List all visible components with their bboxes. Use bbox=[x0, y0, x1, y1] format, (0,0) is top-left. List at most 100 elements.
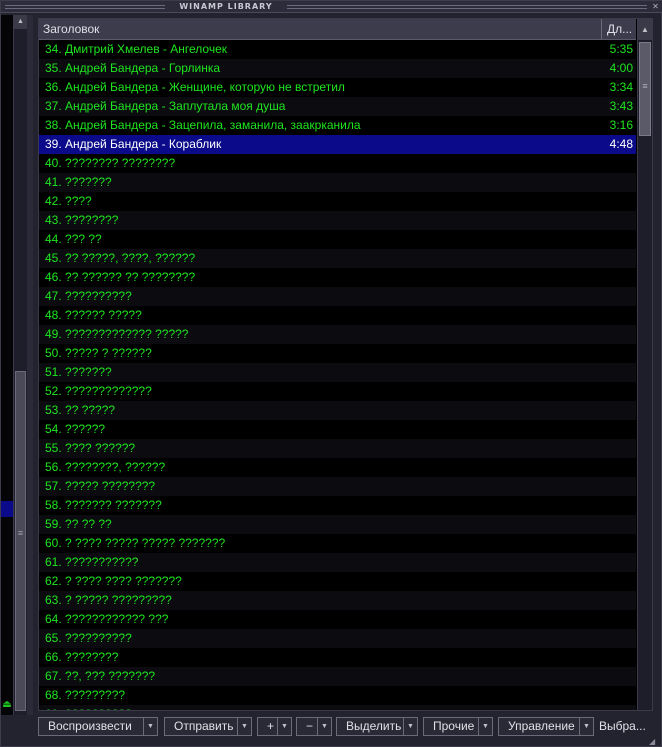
other-button-label: Прочие bbox=[433, 719, 475, 733]
other-button[interactable]: Прочие ▼ bbox=[423, 717, 493, 736]
track-row[interactable]: 69. ?????????? bbox=[39, 705, 636, 710]
library-tree-list[interactable]: ⏏ bbox=[1, 15, 13, 715]
track-row[interactable]: 65. ?????????? bbox=[39, 629, 636, 648]
track-title: 69. ?????????? bbox=[45, 705, 601, 710]
track-row[interactable]: 35. Андрей Бандера - Горлинка 4:00 bbox=[39, 59, 636, 78]
chevron-down-icon: ▼ bbox=[237, 718, 251, 735]
track-title: 46. ?? ?????? ?? ???????? bbox=[45, 270, 196, 284]
pane-divider[interactable] bbox=[27, 15, 33, 715]
track-title: 60. ? ???? ????? ????? ??????? bbox=[45, 536, 226, 550]
title-stripe-right bbox=[287, 5, 647, 9]
remove-button-label: − bbox=[306, 719, 314, 733]
track-title: 53. ?? ????? bbox=[45, 403, 116, 417]
close-icon[interactable]: ✕ bbox=[651, 3, 660, 12]
chevron-down-icon: ▼ bbox=[478, 718, 492, 735]
track-list-header: Заголовок Дл... bbox=[39, 19, 636, 40]
track-row[interactable]: 44. ??? ?? bbox=[39, 230, 636, 249]
track-title: 58. ??????? ??????? bbox=[45, 498, 162, 512]
grip-icon: ≡ bbox=[17, 528, 24, 538]
track-row[interactable]: 61. ??????????? bbox=[39, 553, 636, 572]
track-title: 68. ????????? bbox=[45, 688, 126, 702]
track-title: 59. ?? ?? ?? bbox=[45, 517, 112, 531]
track-row[interactable]: 51. ??????? bbox=[39, 363, 636, 382]
track-row[interactable]: 50. ????? ? ?????? bbox=[39, 344, 636, 363]
chevron-down-icon: ▼ bbox=[403, 718, 417, 735]
send-button[interactable]: Отправить ▼ bbox=[164, 717, 252, 736]
chevron-down-icon: ▼ bbox=[277, 718, 291, 735]
track-row[interactable]: 34. Дмитрий Хмелев - Ангелочек 5:35 bbox=[39, 40, 636, 59]
bottom-toolbar: Воспроизвести ▼ Отправить ▼ + ▼ − ▼ Выде… bbox=[38, 716, 658, 738]
track-row[interactable]: 48. ?????? ????? bbox=[39, 306, 636, 325]
track-list-scroll-thumb[interactable]: ≡ bbox=[639, 42, 651, 136]
eject-icon[interactable]: ⏏ bbox=[1, 699, 13, 711]
library-tree-selected-item[interactable] bbox=[1, 501, 13, 517]
column-header-length[interactable]: Дл... bbox=[603, 19, 636, 39]
column-header-title[interactable]: Заголовок bbox=[39, 19, 602, 39]
manage-button-label: Управление bbox=[508, 719, 575, 733]
library-tree-scroll-thumb[interactable]: ≡ bbox=[15, 371, 26, 711]
track-title: 44. ??? ?? bbox=[45, 232, 102, 246]
track-row[interactable]: 62. ? ???? ???? ??????? bbox=[39, 572, 636, 591]
track-title: 36. Андрей Бандера - Женщине, которую не… bbox=[45, 80, 345, 94]
track-title: 40. ???????? ???????? bbox=[45, 156, 176, 170]
track-title: 34. Дмитрий Хмелев - Ангелочек bbox=[45, 42, 227, 56]
track-row[interactable]: 59. ?? ?? ?? bbox=[39, 515, 636, 534]
library-tree-scrollbar[interactable]: ▲ ≡ bbox=[13, 15, 27, 715]
track-row[interactable]: 52. ????????????? bbox=[39, 382, 636, 401]
add-button-label: + bbox=[267, 719, 275, 733]
scroll-up-icon[interactable]: ▲ bbox=[14, 15, 27, 29]
track-row[interactable]: 60. ? ???? ????? ????? ??????? bbox=[39, 534, 636, 553]
track-row[interactable]: 54. ?????? bbox=[39, 420, 636, 439]
track-row[interactable]: 36. Андрей Бандера - Женщине, которую не… bbox=[39, 78, 636, 97]
track-row[interactable]: 42. ???? bbox=[39, 192, 636, 211]
track-title: 65. ?????????? bbox=[45, 631, 132, 645]
track-row[interactable]: 66. ???????? bbox=[39, 648, 636, 667]
manage-button[interactable]: Управление ▼ bbox=[498, 717, 594, 736]
play-button-label: Воспроизвести bbox=[48, 719, 132, 733]
track-row[interactable]: 64. ???????????? ??? bbox=[39, 610, 636, 629]
track-row[interactable]: 67. ??, ??? ??????? bbox=[39, 667, 636, 686]
title-bar[interactable]: WINAMP LIBRARY ✕ bbox=[1, 1, 662, 13]
track-row[interactable]: 37. Андрей Бандера - Заплутала моя душа 3… bbox=[39, 97, 636, 116]
track-title: 57. ????? ???????? bbox=[45, 479, 156, 493]
track-title: 38. Андрей Бандера - Зацепила, заманила,… bbox=[45, 118, 361, 132]
track-duration: 3:43 bbox=[609, 99, 633, 113]
track-title: 50. ????? ? ?????? bbox=[45, 346, 152, 360]
select-button-label: Выделить bbox=[346, 719, 402, 733]
track-row[interactable]: 68. ????????? bbox=[39, 686, 636, 705]
track-duration: 4:48 bbox=[609, 137, 633, 151]
track-row[interactable]: 40. ???????? ???????? bbox=[39, 154, 636, 173]
track-row[interactable]: 63. ? ????? ????????? bbox=[39, 591, 636, 610]
chevron-down-icon: ▼ bbox=[579, 718, 593, 735]
track-row-selected[interactable]: 39. Андрей Бандера - Кораблик 4:48 bbox=[39, 135, 636, 154]
track-row[interactable]: 43. ???????? bbox=[39, 211, 636, 230]
track-title: 43. ???????? bbox=[45, 213, 119, 227]
play-button[interactable]: Воспроизвести ▼ bbox=[38, 717, 158, 736]
add-button[interactable]: + ▼ bbox=[257, 717, 292, 736]
track-title: 51. ??????? bbox=[45, 365, 112, 379]
track-row[interactable]: 49. ????????????? ????? bbox=[39, 325, 636, 344]
track-title: 48. ?????? ????? bbox=[45, 308, 142, 322]
track-row[interactable]: 58. ??????? ??????? bbox=[39, 496, 636, 515]
track-row[interactable]: 38. Андрей Бандера - Зацепила, заманила,… bbox=[39, 116, 636, 135]
remove-button[interactable]: − ▼ bbox=[296, 717, 332, 736]
track-row[interactable]: 57. ????? ???????? bbox=[39, 477, 636, 496]
track-row[interactable]: 55. ???? ?????? bbox=[39, 439, 636, 458]
window-title: WINAMP LIBRARY bbox=[171, 1, 281, 12]
select-button[interactable]: Выделить ▼ bbox=[336, 717, 418, 736]
track-rows: 34. Дмитрий Хмелев - Ангелочек 5:35 35. Ан… bbox=[39, 40, 636, 710]
track-title: 52. ????????????? bbox=[45, 384, 152, 398]
track-title: 39. Андрей Бандера - Кораблик bbox=[45, 137, 222, 151]
track-duration: 3:16 bbox=[609, 118, 633, 132]
track-list-scrollbar[interactable]: ▲ ≡ bbox=[637, 19, 652, 710]
scroll-up-icon[interactable]: ▲ bbox=[638, 19, 652, 40]
chevron-down-icon[interactable]: ▼ bbox=[143, 718, 157, 735]
track-row[interactable]: 56. ????????, ?????? bbox=[39, 458, 636, 477]
track-row[interactable]: 46. ?? ?????? ?? ???????? bbox=[39, 268, 636, 287]
track-row[interactable]: 47. ?????????? bbox=[39, 287, 636, 306]
track-row[interactable]: 41. ??????? bbox=[39, 173, 636, 192]
track-row[interactable]: 45. ?? ?????, ????, ?????? bbox=[39, 249, 636, 268]
resize-grip-icon[interactable]: ◢ bbox=[649, 737, 661, 747]
track-row[interactable]: 53. ?? ????? bbox=[39, 401, 636, 420]
track-duration: 3:34 bbox=[609, 80, 633, 94]
